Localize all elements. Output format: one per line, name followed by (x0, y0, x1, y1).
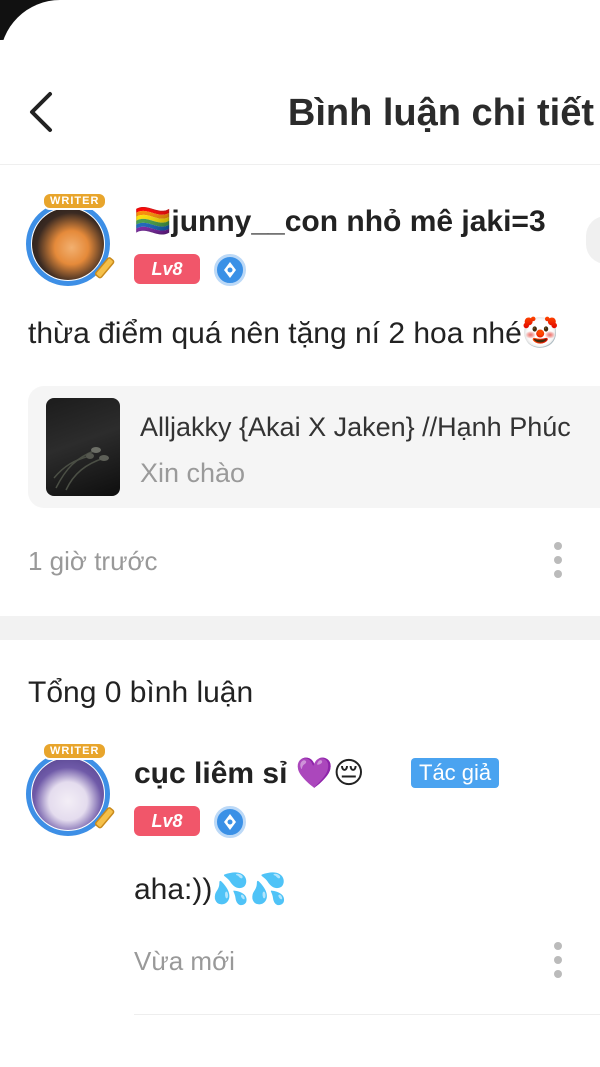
level-badge: Lv8 (134, 806, 200, 836)
comment-more-options-icon[interactable] (553, 942, 563, 978)
level-badge: Lv8 (134, 254, 200, 284)
screen-surface (0, 0, 600, 60)
writer-badge: WRITER (42, 192, 108, 210)
comment-content: aha:))💦💦 (134, 873, 288, 906)
post-time: 1 giờ trước (28, 546, 158, 576)
post-content: thừa điểm quá nên tặng ní 2 hoa nhé🤡 (28, 317, 560, 350)
comment-author-name[interactable]: cục liêm sỉ 💜😔 (134, 756, 364, 791)
pen-icon (88, 804, 118, 834)
comment-author-avatar[interactable]: WRITER (20, 742, 120, 842)
follow-button[interactable] (586, 216, 600, 264)
comment-time: Vừa mới (134, 946, 235, 976)
chevron-left-icon[interactable] (24, 88, 60, 136)
comment-count: Tổng 0 bình luận (28, 676, 254, 709)
more-options-icon[interactable] (553, 542, 563, 578)
page-title: Bình luận chi tiết (287, 92, 594, 134)
story-card[interactable]: Alljakky {Akai X Jaken} //Hạnh Phúc Xin … (28, 386, 600, 508)
top-bar: Bình luận chi tiết (0, 60, 600, 165)
pen-icon (88, 254, 118, 284)
post-author-avatar[interactable]: WRITER (20, 192, 120, 292)
medal-icon (214, 254, 246, 286)
comment-separator (134, 1014, 600, 1015)
section-divider (0, 616, 600, 640)
story-subtitle: Xin chào (140, 458, 246, 488)
writer-badge: WRITER (42, 742, 108, 760)
story-thumbnail (46, 398, 120, 496)
author-tag: Tác giả (411, 758, 500, 788)
medal-icon (214, 806, 246, 838)
post-author-name[interactable]: 🏳️‍🌈junny__con nhỏ mê jaki=3 (134, 204, 546, 239)
story-title: Alljakky {Akai X Jaken} //Hạnh Phúc (140, 412, 571, 442)
